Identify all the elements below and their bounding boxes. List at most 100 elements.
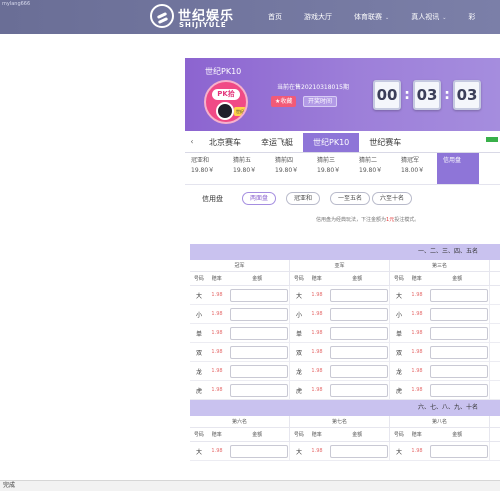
timer-separator: : <box>404 87 410 103</box>
site-logo[interactable]: 世纪娱乐 SHIJIYULE <box>150 4 250 30</box>
sub-header: 赔率 <box>411 276 422 282</box>
sub-headers: 号码 赔率 金额 号码 赔率 金额 号码 赔率 金额 <box>190 272 500 286</box>
bet-cell: 大 1.98 <box>190 286 290 304</box>
sub-header-group: 号码 赔率 金额 <box>290 272 390 285</box>
tab-beijing-racing[interactable]: 北京赛车 <box>199 133 251 152</box>
sub-header-group: 号码 赔率 金额 <box>290 428 390 441</box>
column-header: 第七名 <box>290 416 390 427</box>
sub-header: 号码 <box>393 276 404 282</box>
bet-row: 双 1.98 双 1.98 双 1.98 <box>190 343 500 362</box>
bet-amount-input[interactable] <box>230 307 288 321</box>
column-headers: 第六名 第七名 第八名 <box>190 416 500 428</box>
bet-cell: 虎 1.98 <box>390 381 490 399</box>
bet-amount-input[interactable] <box>330 345 388 359</box>
nav-item-lottery[interactable]: 彩 <box>468 12 475 24</box>
bet-amount-input[interactable] <box>430 364 488 378</box>
subtab-label: 猜前三 <box>317 157 336 164</box>
timer-hours: 00 <box>373 80 401 110</box>
nav-label: 真人视讯 <box>411 13 440 21</box>
bet-amount-input[interactable] <box>430 444 488 458</box>
note-text: 投注模式。 <box>394 217 420 223</box>
bet-odds: 1.98 <box>411 387 423 393</box>
bet-amount-input[interactable] <box>230 383 288 397</box>
nav-item-sports[interactable]: 体育联赛 ⌄ <box>354 12 389 24</box>
bet-odds: 1.98 <box>211 311 223 317</box>
bet-amount-input[interactable] <box>230 364 288 378</box>
nav-item-live-casino[interactable]: 真人视讯 ⌄ <box>411 12 446 24</box>
bet-amount-input[interactable] <box>330 326 388 340</box>
draw-time-button[interactable]: 开奖时间 <box>303 96 338 107</box>
site-header: mylang666 世纪娱乐 SHIJIYULE 首页 游戏大厅 体育联赛 ⌄ 真… <box>0 0 500 34</box>
timer-seconds: 03 <box>453 80 481 110</box>
bet-amount-input[interactable] <box>230 326 288 340</box>
bet-amount-input[interactable] <box>330 288 388 302</box>
bet-odds: 1.98 <box>411 448 423 454</box>
subtab-champion[interactable]: 猜冠军 18.00￥ <box>395 153 437 184</box>
bet-option-name: 小 <box>295 311 302 319</box>
bet-amount-input[interactable] <box>330 307 388 321</box>
bet-amount-input[interactable] <box>330 383 388 397</box>
bet-option-name: 小 <box>195 311 202 319</box>
bet-amount-input[interactable] <box>230 288 288 302</box>
current-period: 当前在售20210318015期 <box>277 84 349 91</box>
note-highlight: 1元 <box>386 217 395 223</box>
bet-option-name: 单 <box>395 330 402 338</box>
tab-lucky-airship[interactable]: 幸运飞艇 <box>251 133 303 152</box>
bet-amount-input[interactable] <box>230 345 288 359</box>
sub-header: 金额 <box>452 432 463 438</box>
pill-first-to-fifth[interactable]: 一至五名 <box>330 192 371 205</box>
bet-option-name: 虎 <box>195 387 202 395</box>
sub-header-group: 号码 赔率 金额 <box>390 272 490 285</box>
bet-cell: 大 1.98 <box>390 442 490 460</box>
favorite-button[interactable]: ★收藏 <box>271 96 297 107</box>
subtab-top4[interactable]: 猜前四 19.80￥ <box>269 153 311 184</box>
subtab-sum[interactable]: 冠亚和 19.80￥ <box>185 153 227 184</box>
subtab-label: 猜前二 <box>359 157 378 164</box>
sub-header: 号码 <box>393 432 404 438</box>
nav-label: 彩 <box>468 13 476 21</box>
bet-amount-input[interactable] <box>330 364 388 378</box>
wheel-icon <box>216 102 234 120</box>
bet-amount-input[interactable] <box>430 288 488 302</box>
subtab-odds: 19.80￥ <box>359 167 383 174</box>
bet-odds: 1.98 <box>311 311 323 317</box>
pill-sum[interactable]: 冠亚和 <box>286 192 321 205</box>
bet-odds: 1.98 <box>211 368 223 374</box>
column-header: 冠军 <box>190 260 290 271</box>
bet-amount-input[interactable] <box>430 345 488 359</box>
bet-cell: 大 1.98 <box>290 442 390 460</box>
game-banner: 世纪PK10 PK拾 世纪 当前在售20210318015期 ★收藏 开奖时间 … <box>185 58 500 131</box>
bet-amount-input[interactable] <box>430 383 488 397</box>
tab-shiji-pk10[interactable]: 世纪PK10 <box>303 133 360 152</box>
pill-sixth-to-tenth[interactable]: 六至十名 <box>372 192 413 205</box>
bet-row: 虎 1.98 虎 1.98 虎 1.98 <box>190 381 500 400</box>
subtab-label: 信用盘 <box>443 157 462 164</box>
subtab-odds: 19.80￥ <box>317 167 341 174</box>
bet-odds: 1.98 <box>311 330 323 336</box>
subtab-odds: 19.80￥ <box>275 167 299 174</box>
subtab-odds: 19.80￥ <box>233 167 257 174</box>
subtab-credit[interactable]: 信用盘 <box>437 153 479 184</box>
nav-item-game-hall[interactable]: 游戏大厅 <box>304 12 332 24</box>
pill-two-sides[interactable]: 两面盘 <box>242 192 277 205</box>
sub-header: 号码 <box>193 432 204 438</box>
nav-item-home[interactable]: 首页 <box>268 12 282 24</box>
subtab-top5[interactable]: 猜前五 19.80￥ <box>227 153 269 184</box>
bet-odds: 1.98 <box>311 349 323 355</box>
sub-header: 赔率 <box>211 276 222 282</box>
bet-odds: 1.98 <box>311 292 323 298</box>
bet-amount-input[interactable] <box>230 444 288 458</box>
tab-shiji-racing[interactable]: 世纪赛车 <box>359 133 411 152</box>
bet-cell: 小 1.98 <box>390 305 490 323</box>
subtab-top2[interactable]: 猜前二 19.80￥ <box>353 153 395 184</box>
bet-option-name: 大 <box>295 448 302 456</box>
bet-amount-input[interactable] <box>330 444 388 458</box>
chevron-left-icon[interactable]: ‹ <box>185 133 199 152</box>
sub-header: 号码 <box>293 432 304 438</box>
subtab-label: 猜前四 <box>275 157 294 164</box>
bet-odds: 1.98 <box>311 448 323 454</box>
bet-amount-input[interactable] <box>430 326 488 340</box>
sub-header: 赔率 <box>211 432 222 438</box>
bet-amount-input[interactable] <box>430 307 488 321</box>
subtab-top3[interactable]: 猜前三 19.80￥ <box>311 153 353 184</box>
